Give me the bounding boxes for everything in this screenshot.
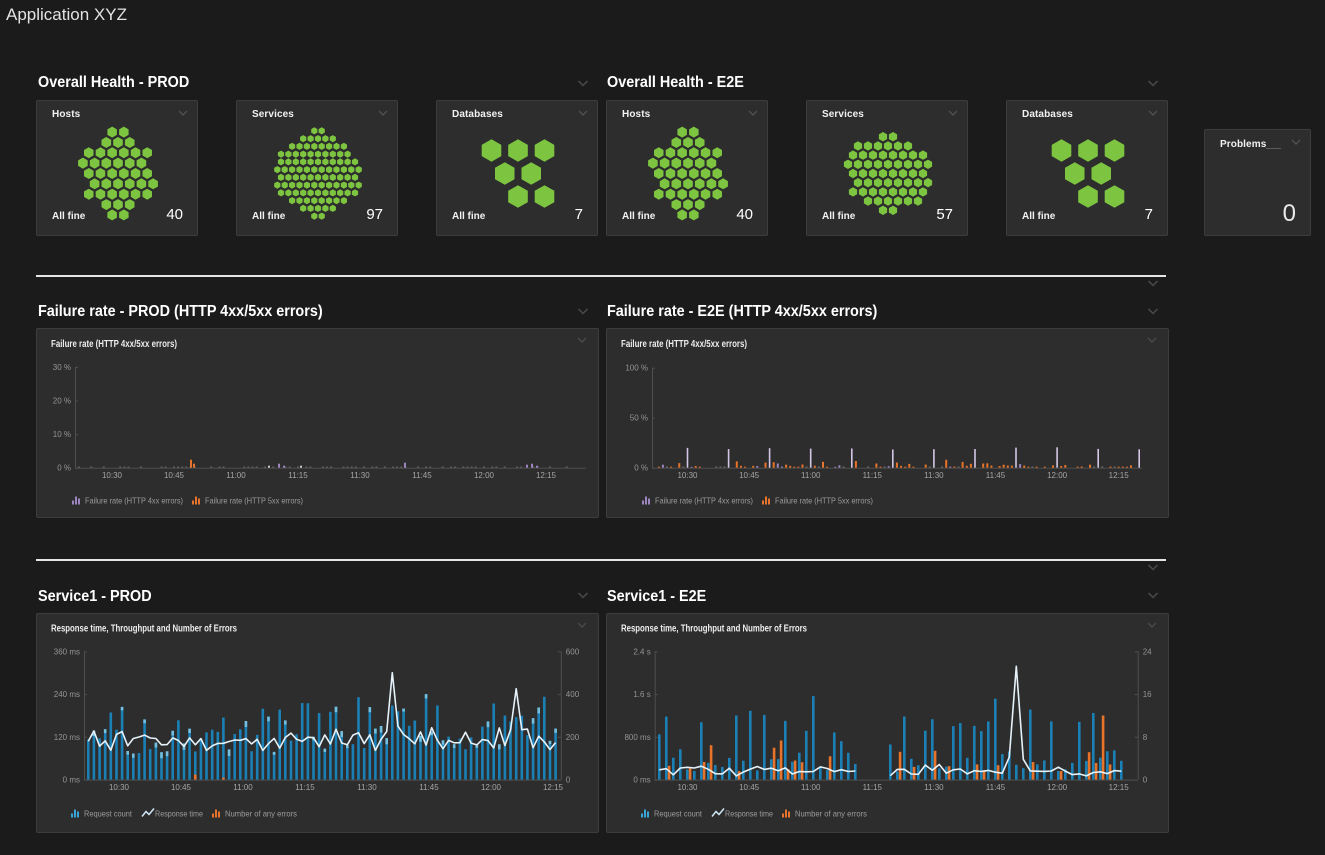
svg-text:0 %: 0 % (57, 464, 71, 473)
svg-text:11:30: 11:30 (924, 471, 944, 480)
svg-text:10:45: 10:45 (739, 783, 760, 792)
svg-text:Request count: Request count (84, 809, 133, 819)
svg-text:12:00: 12:00 (481, 783, 502, 792)
svg-text:12:15: 12:15 (536, 471, 557, 480)
svg-text:1.6 s: 1.6 s (633, 690, 650, 699)
svg-text:800 ms: 800 ms (624, 733, 650, 742)
svg-text:10:45: 10:45 (171, 783, 192, 792)
svg-text:0: 0 (1143, 776, 1148, 785)
svg-text:11:45: 11:45 (419, 783, 439, 792)
svg-text:0 ms: 0 ms (633, 776, 650, 785)
svg-text:11:45: 11:45 (412, 471, 432, 480)
svg-text:400: 400 (566, 690, 580, 699)
svg-text:Failure rate (HTTP 4xx/5xx err: Failure rate (HTTP 4xx/5xx errors) (621, 339, 747, 350)
svg-text:10:30: 10:30 (109, 783, 130, 792)
svg-text:11:45: 11:45 (986, 783, 1006, 792)
svg-text:12:15: 12:15 (543, 783, 564, 792)
svg-text:11:15: 11:15 (295, 783, 315, 792)
svg-text:Failure rate (HTTP 4xx errors): Failure rate (HTTP 4xx errors) (655, 496, 753, 506)
svg-text:Number of any errors: Number of any errors (795, 809, 867, 819)
svg-text:11:30: 11:30 (350, 471, 370, 480)
svg-text:360 ms: 360 ms (54, 647, 80, 656)
svg-text:12:15: 12:15 (1109, 783, 1130, 792)
svg-text:10:30: 10:30 (102, 471, 123, 480)
svg-text:11:45: 11:45 (986, 471, 1006, 480)
svg-text:11:00: 11:00 (801, 471, 821, 480)
svg-text:Failure rate (HTTP 4xx/5xx err: Failure rate (HTTP 4xx/5xx errors) (51, 339, 177, 350)
svg-text:11:00: 11:00 (233, 783, 253, 792)
svg-text:11:30: 11:30 (357, 783, 377, 792)
svg-text:0: 0 (566, 776, 571, 785)
svg-text:Response time, Throughput and: Response time, Throughput and Number of … (51, 624, 237, 635)
svg-text:11:30: 11:30 (924, 783, 944, 792)
svg-text:50 %: 50 % (630, 414, 648, 423)
svg-text:11:00: 11:00 (226, 471, 246, 480)
svg-text:10:30: 10:30 (677, 471, 698, 480)
svg-text:8: 8 (1143, 733, 1148, 742)
svg-text:Response time: Response time (155, 809, 203, 819)
svg-text:11:00: 11:00 (801, 783, 821, 792)
svg-text:10:45: 10:45 (739, 471, 760, 480)
svg-text:Response time: Response time (725, 809, 773, 819)
svg-text:Response time, Throughput and: Response time, Throughput and Number of … (621, 624, 807, 635)
svg-text:30 %: 30 % (53, 363, 71, 372)
svg-text:Failure rate (HTTP 4xx errors): Failure rate (HTTP 4xx errors) (85, 496, 183, 506)
svg-text:12:00: 12:00 (474, 471, 495, 480)
svg-text:Failure rate (HTTP 5xx errors): Failure rate (HTTP 5xx errors) (205, 496, 303, 506)
svg-text:Failure rate (HTTP 5xx errors): Failure rate (HTTP 5xx errors) (775, 496, 873, 506)
svg-text:2.4 s: 2.4 s (633, 647, 650, 656)
svg-text:0 %: 0 % (634, 464, 648, 473)
svg-text:Request count: Request count (654, 809, 703, 819)
svg-text:200: 200 (566, 733, 580, 742)
svg-text:11:15: 11:15 (288, 471, 308, 480)
svg-text:100 %: 100 % (625, 364, 648, 373)
svg-text:0 ms: 0 ms (63, 776, 80, 785)
svg-text:120 ms: 120 ms (54, 733, 80, 742)
svg-text:11:15: 11:15 (863, 783, 883, 792)
svg-text:12:00: 12:00 (1047, 783, 1068, 792)
svg-text:240 ms: 240 ms (54, 690, 80, 699)
svg-text:Number of any errors: Number of any errors (225, 809, 297, 819)
svg-text:12:15: 12:15 (1109, 471, 1130, 480)
svg-text:600: 600 (566, 647, 580, 656)
svg-text:24: 24 (1143, 647, 1152, 656)
svg-text:11:15: 11:15 (863, 471, 883, 480)
svg-text:16: 16 (1143, 690, 1152, 699)
svg-text:10 %: 10 % (53, 430, 71, 439)
svg-text:10:30: 10:30 (677, 783, 698, 792)
svg-text:12:00: 12:00 (1047, 471, 1068, 480)
svg-text:10:45: 10:45 (164, 471, 185, 480)
svg-text:20 %: 20 % (53, 397, 71, 406)
